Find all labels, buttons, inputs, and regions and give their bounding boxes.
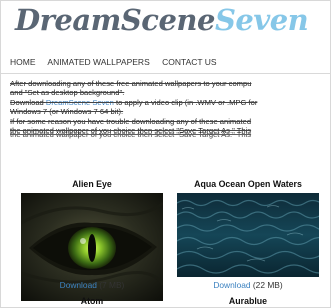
wallpaper-download-alien-eye: Download (7 MB)	[21, 280, 163, 290]
nav-contact-us[interactable]: CONTACT US	[162, 57, 216, 67]
logo-text-seven: Seven	[214, 3, 309, 37]
file-size-aqua-ocean: (22 MB)	[252, 280, 283, 290]
wallpaper-title-aqua-ocean: Aqua Ocean Open Waters	[194, 179, 302, 189]
notice-line: If for some reason you have trouble down…	[10, 116, 252, 126]
notice-line: Download DreamScene Seven to apply a vid…	[10, 97, 258, 107]
notice-line: After downloading any of these free anim…	[10, 79, 252, 88]
download-link-alien-eye[interactable]: Download	[60, 280, 97, 290]
main-nav: HOME ANIMATED WALLPAPERS CONTACT US	[10, 57, 227, 67]
wallpaper-title-atom: Atom	[80, 296, 104, 306]
nav-animated-wallpapers[interactable]: ANIMATED WALLPAPERS	[47, 57, 149, 67]
ocean-image	[177, 193, 319, 277]
nav-divider	[1, 73, 331, 74]
file-size-alien-eye: (7 MB)	[99, 280, 125, 290]
wallpaper-thumb-aqua-ocean[interactable]	[177, 193, 319, 277]
download-notice: After downloading any of these free anim…	[10, 79, 331, 140]
nav-home[interactable]: HOME	[10, 57, 36, 67]
wallpaper-download-aqua-ocean: Download (22 MB)	[173, 280, 323, 290]
site-logo[interactable]: DreamSceneSeven	[15, 3, 309, 37]
notice-line: and "Set as desktop background".	[10, 88, 125, 98]
dreamscene-seven-link[interactable]: DreamScene Seven	[46, 98, 114, 107]
download-link-aqua-ocean[interactable]: Download	[213, 280, 250, 290]
notice-line: Windows 7 (or Windows 7 64 bit).	[10, 107, 124, 117]
wallpaper-title-alien-eye: Alien Eye	[72, 179, 112, 189]
notice-line: the animated wallpaper of you choice the…	[10, 130, 252, 140]
logo-text-dreamscene: DreamScene	[15, 3, 215, 37]
wallpaper-title-aurablue: Aurablue	[228, 296, 268, 306]
